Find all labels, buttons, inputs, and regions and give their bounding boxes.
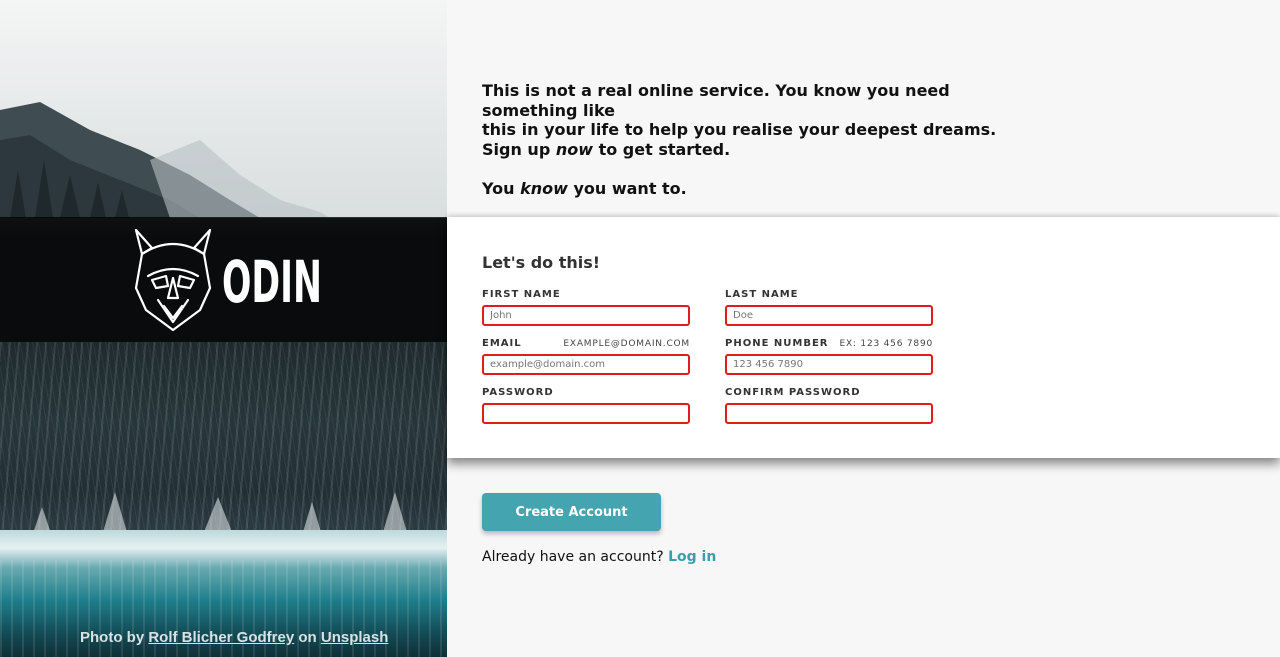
email-hint: example@domain.com [563, 339, 690, 349]
credit-middle: on [294, 629, 321, 646]
intro-text: This is not a real online service. You k… [482, 81, 1042, 198]
email-label: Email [482, 338, 522, 349]
password-input[interactable] [482, 403, 690, 424]
intro-line-4: You know you want to. [482, 178, 687, 198]
photo-credit: Photo by Rolf Blicher Godfrey on Unsplas… [80, 629, 388, 646]
last-name-label: Last Name [725, 289, 799, 300]
create-account-button[interactable]: Create Account [482, 493, 661, 531]
photographer-link[interactable]: Rolf Blicher Godfrey [148, 629, 294, 646]
intro-line-2: this in your life to help you realise yo… [482, 120, 997, 139]
mountain-sky [0, 0, 447, 218]
email-input[interactable] [482, 354, 690, 375]
unsplash-link[interactable]: Unsplash [321, 629, 389, 646]
form-title: Let's do this! [482, 253, 601, 272]
snowy-forest [0, 342, 447, 542]
email-field: Email example@domain.com [482, 338, 690, 375]
login-link[interactable]: Log in [668, 549, 716, 565]
viking-helmet-icon [134, 228, 212, 332]
phone-field: Phone Number Ex: 123 456 7890 [725, 338, 933, 375]
login-prompt-text: Already have an account? [482, 549, 664, 565]
last-name-field: Last Name [725, 289, 933, 326]
phone-label: Phone Number [725, 338, 829, 349]
confirm-password-field: Confirm Password [725, 387, 933, 424]
first-name-input[interactable] [482, 305, 690, 326]
password-field: Password [482, 387, 690, 424]
phone-input[interactable] [725, 354, 933, 375]
login-prompt: Already have an account? Log in [482, 549, 716, 565]
intro-line-1: This is not a real online service. You k… [482, 81, 950, 120]
first-name-label: First Name [482, 289, 561, 300]
confirm-password-label: Confirm Password [725, 387, 861, 398]
intro-line-3: Sign up now to get started. [482, 139, 731, 159]
last-name-input[interactable] [725, 305, 933, 326]
phone-hint: Ex: 123 456 7890 [839, 339, 933, 349]
first-name-field: First Name [482, 289, 690, 326]
signup-form: Let's do this! First Name Last Name Emai… [447, 217, 1280, 458]
password-label: Password [482, 387, 554, 398]
confirm-password-input[interactable] [725, 403, 933, 424]
svg-text:ODIN: ODIN [222, 248, 322, 310]
credit-prefix: Photo by [80, 629, 149, 646]
brand-wordmark: ODIN [222, 248, 322, 310]
